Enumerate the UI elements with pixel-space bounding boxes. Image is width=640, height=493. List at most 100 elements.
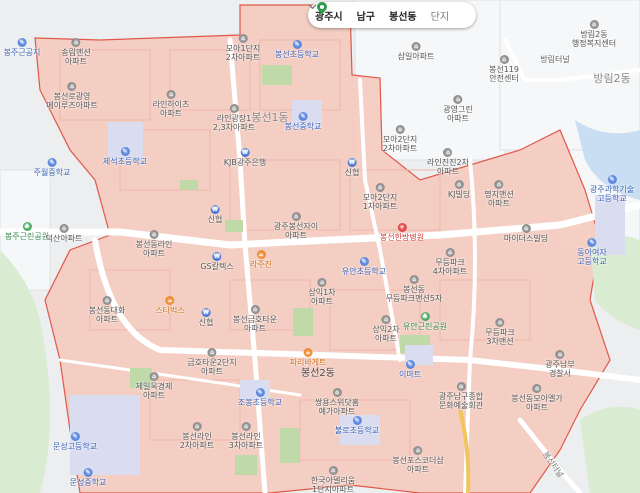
poi-apt-bongseon-posco[interactable]: ⌂ 봉선포스코더샵 아파트 xyxy=(392,446,444,474)
poi-apt-mudeung-park-xi[interactable]: ⌂ 봉선동 무등파크맨션5차 xyxy=(386,275,442,303)
school-icon: ✎ xyxy=(120,147,130,156)
poi-apt-sangik2[interactable]: ⌂ 상익2차 아파트 xyxy=(372,315,400,343)
poi-label-line: 제석초등학교 xyxy=(102,157,148,166)
area-bangrim2: 방림2동 xyxy=(593,72,631,85)
poi-bldg-kj[interactable]: ⌂ KJ빌딩 xyxy=(448,180,470,199)
poi-label-line: 문성중학교 xyxy=(69,478,107,487)
breadcrumb-dong[interactable]: 봉선동 xyxy=(382,8,424,23)
poi-apt-songrim[interactable]: ⌂ 송림맨션 아파트 xyxy=(61,38,91,66)
poi-label-line: 무등파크 xyxy=(435,258,465,267)
poi-school-bulro-elem[interactable]: ✎ 불로초등학교 xyxy=(335,416,379,435)
poi-apt-bongseon-line2[interactable]: ⌂ 봉선라인 2차아파트 xyxy=(180,422,214,450)
poi-apt-sangik1[interactable]: ⌂ 상익1차 아파트 xyxy=(308,278,336,306)
poi-apt-lineggwangjang[interactable]: ⌂ 라인광장1 2,3차아파트 xyxy=(213,104,255,132)
poi-label-line: 봉선금호타운 xyxy=(232,315,278,324)
poi-apt-bongseon-gyeongyeong[interactable]: ⌂ 봉선로광영 메이루즈아파트 xyxy=(46,82,98,110)
poi-label-line: 아파트 xyxy=(525,403,549,412)
region-breadcrumb[interactable]: 광주시 남구 봉선동 단지 xyxy=(308,2,476,28)
apt-icon: ⌂ xyxy=(495,318,505,327)
poi-food-paris[interactable]: ☕ 파리바게트 xyxy=(289,348,327,367)
poi-label-line: 아파트 xyxy=(436,167,460,176)
poi-fire-station[interactable]: ⌂ 봉선119 안전센터 xyxy=(489,55,519,83)
poi-label-line: 라인하이츠 xyxy=(152,100,190,109)
poi-apt-gwangju-bongseon-xi[interactable]: ⌂ 광주봉선자이 아파트 xyxy=(274,212,318,240)
poi-apt-mudeung-park4[interactable]: ⌂ 무등파크 4차아파트 xyxy=(433,248,467,276)
map-canvas[interactable]: 봉선1동 봉선2동 방림2동 방림터널 ⌂ 송림맨션 아파트 ⌂ 봉선로광영 메이루즈아파… xyxy=(0,0,640,493)
poi-apt-mudeung-park3[interactable]: ⌂ 무등파크 3차맨션 xyxy=(485,318,515,346)
poi-label-line: 아파트 xyxy=(64,57,88,66)
poi-bank-shinhyup-1[interactable]: ₩ 신협 xyxy=(345,158,359,177)
poi-school-yuan-elem[interactable]: ✎ 유안초등학교 xyxy=(342,257,386,276)
poi-label-line: 아파트 xyxy=(200,367,224,376)
poi-school-munseong-high[interactable]: ✎ 문성고등학교 xyxy=(53,432,97,451)
poi-apt-jeil-ok[interactable]: ⌂ 제일옥경제 아파트 xyxy=(136,372,172,400)
poi-gs-the-fresh[interactable]: ₩ GS칼텍스 xyxy=(200,252,234,271)
poi-school-dongajeon[interactable]: ✎ 동아여자 고등학교 xyxy=(577,238,607,266)
poi-emart[interactable]: ✎ 이마트 xyxy=(399,360,421,379)
poi-school-bongseon-elem-top[interactable]: ✎ 봉선초등학교 xyxy=(275,40,319,59)
breadcrumb-level[interactable]: 단지 xyxy=(424,8,451,23)
poi-label-line: 아파트 xyxy=(374,334,398,343)
poi-label-line: 아파트 xyxy=(284,231,308,240)
school-icon: ✎ xyxy=(405,360,415,369)
poi-apt-moa2[interactable]: ⌂ 모아2단지 2차아파트 xyxy=(383,125,417,153)
poi-bank-shinhyup-2[interactable]: ₩ 신협 xyxy=(208,205,222,224)
poi-apt-bongseon-geumho[interactable]: ⌂ 봉선금호타운 아파트 xyxy=(233,305,277,333)
food-icon: ☕ xyxy=(303,348,313,357)
poi-apt-bongseon-moa[interactable]: ⌂ 봉선동모아엘가 아파트 xyxy=(511,384,563,412)
school-icon: ✎ xyxy=(607,175,617,184)
apt-icon: ⌂ xyxy=(238,34,248,43)
poi-label-line: 불로초등학교 xyxy=(334,426,380,435)
poi-school-bongseon-middle[interactable]: ✎ 봉선중학교 xyxy=(285,112,321,131)
poi-apt-deoksan[interactable]: ⌂ 덕산아파트 xyxy=(46,224,82,243)
bank-icon: ₩ xyxy=(210,205,220,214)
poi-apt-moa2-1[interactable]: ⌂ 모아2단지 1차아파트 xyxy=(363,183,397,211)
poi-label-line: 광영그린 xyxy=(443,105,473,114)
poi-label-line: 3차맨션 xyxy=(486,337,514,346)
poi-apt-samil[interactable]: ⌂ 삼일아파트 xyxy=(398,42,434,61)
poi-apt-geumho-town2[interactable]: ⌂ 금호타운2단지 아파트 xyxy=(187,348,237,376)
apt-icon: ⌂ xyxy=(229,104,239,113)
poi-apt-ssangyong[interactable]: ⌂ 쌍용스위닷홈 예가아파트 xyxy=(315,388,359,416)
poi-park-yuan[interactable]: ♣ 유안근린공원 xyxy=(403,312,447,331)
breadcrumb-district[interactable]: 남구 xyxy=(350,8,382,23)
poi-food-lajuzin[interactable]: ☕ 라주진 xyxy=(250,250,272,269)
poi-label-line: 아파트 xyxy=(243,324,267,333)
poi-bongseon-bangrim-welfare[interactable]: ⌂ 방림2동 행정복지센터 xyxy=(572,20,616,48)
poi-label-line: 광주봉선자이 xyxy=(273,222,319,231)
poi-school-science-tech[interactable]: ✎ 광주과학기술 고등학교 xyxy=(590,175,634,203)
poi-apt-bongseon-line[interactable]: ⌂ 봉선동라인 아파트 xyxy=(136,230,172,258)
apt-icon: ⌂ xyxy=(375,183,385,192)
poi-label-line: 봉선로광영 xyxy=(53,92,91,101)
poi-school-juwol-middle[interactable]: ✎ 주월중학교 xyxy=(34,158,70,177)
poi-label-line: 파리바게트 xyxy=(289,358,327,367)
poi-label-line: 봉선119 xyxy=(489,65,519,74)
poi-school-munseong-middle[interactable]: ✎ 문성중학교 xyxy=(69,468,107,487)
poi-apt-moa1[interactable]: ⌂ 모아1단지 2차아파트 xyxy=(226,34,260,62)
area-bangrim-tunnel: 방림터널 xyxy=(540,55,570,64)
poi-apt-myeongji[interactable]: ⌂ 명지맨션 아파트 xyxy=(484,180,514,208)
poi-food-starbucks[interactable]: ☕ 스타벅스 xyxy=(155,296,185,315)
apt-icon: ⌂ xyxy=(589,20,599,29)
poi-park-top-left[interactable]: ✎ 봉주근공지 xyxy=(4,38,40,57)
poi-apt-lineheights[interactable]: ⌂ 라인하이츠 아파트 xyxy=(152,90,190,118)
poi-apt-bongseon-line3[interactable]: ⌂ 봉선라인 3차아파트 xyxy=(229,422,263,450)
poi-school-joyang-elem[interactable]: ✎ 조봉초등학교 xyxy=(238,388,282,407)
apt-icon: ⌂ xyxy=(521,224,531,233)
poi-apt-gwangyeong-green[interactable]: ⌂ 광영그린 아파트 xyxy=(443,95,473,123)
poi-bank-kjb[interactable]: ₩ KJB광주은행 xyxy=(224,148,266,167)
poi-school-jeseok-elem[interactable]: ✎ 제석초등학교 xyxy=(103,147,147,166)
chevron-down-icon[interactable] xyxy=(308,2,317,11)
poi-apt-bongseon-daewha[interactable]: ⌂ 봉선동대화 아파트 xyxy=(89,296,125,324)
poi-bank-shinhyup-3[interactable]: ₩ 신협 xyxy=(199,308,213,327)
poi-park-bongju[interactable]: ♣ 봉주근린공원 xyxy=(5,222,49,241)
poi-apt-hanguk-arumdaum[interactable]: ⌂ 한국아델리움 1단지아파트 xyxy=(311,466,355,493)
poi-bldg-gwangju-namgu[interactable]: ⌂ 광주남구종합 문화예술회관 xyxy=(439,382,483,410)
poi-school-gwangju-namgu-police[interactable]: ⌂ 광주남부 경찰서 xyxy=(545,350,575,378)
poi-label-line: 마이더스빌딩 xyxy=(503,234,549,243)
poi-bldg-mighty[interactable]: ⌂ 마이더스빌딩 xyxy=(504,224,548,243)
school-icon: ✎ xyxy=(359,257,369,266)
poi-hospital-bongseon-hanbang[interactable]: + 봉선한방병원 xyxy=(380,223,424,242)
poi-apt-linejingjin[interactable]: ⌂ 라인진진2차 아파트 xyxy=(427,148,469,176)
poi-label-line: 아파트 xyxy=(406,465,430,474)
